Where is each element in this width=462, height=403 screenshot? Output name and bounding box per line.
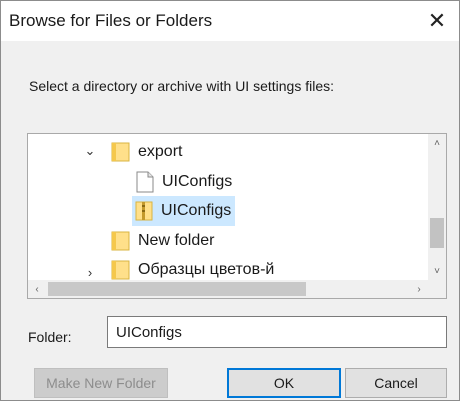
title-bar: Browse for Files or Folders ✕ [1,1,459,41]
vertical-scrollbar[interactable]: ˄ ˅ [428,134,446,280]
horizontal-scroll-thumb[interactable] [48,282,306,296]
folder-icon [111,260,131,280]
browse-dialog: Browse for Files or Folders ✕ Select a d… [0,0,460,401]
scroll-right-icon[interactable]: › [410,280,428,298]
tree-item-label: UIConfigs [162,173,233,190]
close-icon[interactable]: ✕ [415,1,459,41]
folder-icon [111,231,131,251]
chevron-right-icon[interactable]: › [83,265,97,280]
instruction-text: Select a directory or archive with UI se… [29,78,335,94]
tree-item-label: UIConfigs [161,202,232,219]
cancel-button[interactable]: Cancel [345,368,447,398]
tree-item-label: export [138,143,183,160]
scroll-left-icon[interactable]: ‹ [28,280,46,298]
vertical-scroll-thumb[interactable] [430,218,444,248]
tree-item-export[interactable]: export [111,137,182,167]
scroll-up-icon[interactable]: ˄ [428,134,446,152]
scrollbar-corner [428,280,446,298]
folder-field-label: Folder: [28,329,72,345]
chevron-down-icon[interactable]: ⌄ [83,143,97,158]
scroll-down-icon[interactable]: ˅ [428,262,446,280]
tree-item-uiconfigs-folder[interactable]: UIConfigs [132,196,236,226]
folder-icon [111,142,131,162]
folder-zip-icon [134,201,154,221]
tree-item-uiconfigs-file[interactable]: UIConfigs [136,167,232,197]
tree-item-new-folder[interactable]: New folder [111,226,214,256]
dialog-title: Browse for Files or Folders [9,11,213,30]
ok-button[interactable]: OK [227,368,341,398]
folder-input[interactable] [107,316,447,348]
make-new-folder-button[interactable]: Make New Folder [34,368,168,398]
tree-item-label: Образцы цветов-й [138,261,275,278]
horizontal-scrollbar[interactable]: ‹ › [28,280,428,298]
folder-tree[interactable]: ⌄ export UIConfigs UIConfigs New folder … [27,133,447,299]
tree-item-label: New folder [138,232,215,249]
file-icon [136,171,154,193]
